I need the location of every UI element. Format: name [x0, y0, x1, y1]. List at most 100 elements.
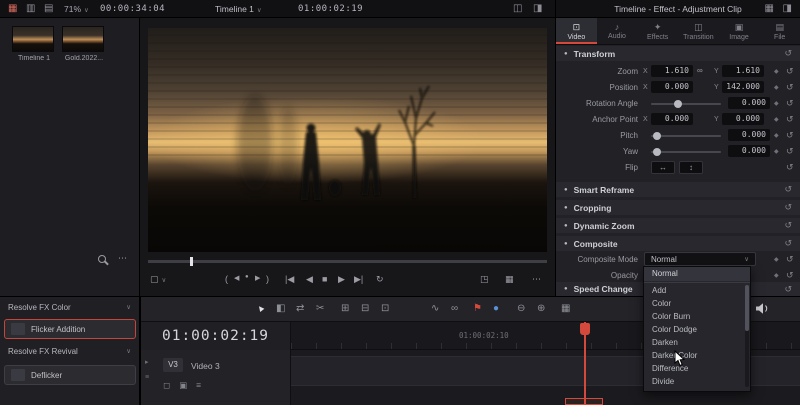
dropdown-option-divide[interactable]: Divide [644, 375, 750, 388]
section-transform[interactable]: ● Transform ↺ [556, 46, 800, 61]
keyframe-icon[interactable]: ◆ [774, 148, 779, 155]
section-composite[interactable]: ● Composite ↺ [556, 236, 800, 251]
keyframe-icon[interactable]: ◆ [774, 84, 779, 91]
inspector-grid-icon[interactable]: ▦ [765, 3, 774, 15]
inspector-panel-icon[interactable]: ◨ [783, 3, 792, 15]
marker-icon[interactable]: ● [493, 303, 499, 314]
media-clip-gold[interactable]: Gold.2022... [62, 26, 106, 62]
dropdown-option-darker-color[interactable]: Darker Color [644, 349, 750, 362]
enable-dot-icon[interactable]: ● [564, 205, 568, 211]
media-clip-timeline-1[interactable]: Timeline 1 [12, 26, 56, 62]
reverse-play-button[interactable]: ◀ [306, 274, 313, 285]
fx-item-flicker-addition[interactable]: Flicker Addition [4, 319, 136, 339]
program-viewer[interactable] [148, 28, 547, 252]
zoom-out-icon[interactable]: ⊖ [517, 303, 525, 314]
reset-icon[interactable]: ↺ [784, 238, 792, 249]
track-number-badge[interactable]: V3 [163, 358, 183, 372]
keyframe-icon[interactable]: ◆ [774, 116, 779, 123]
insert-clip-icon[interactable]: ⊞ [341, 303, 349, 314]
track-auto-select-icon[interactable]: ≡ [196, 380, 201, 391]
stop-button[interactable]: ■ [322, 274, 327, 284]
enable-dot-icon[interactable]: ● [564, 223, 568, 229]
tab-effects[interactable]: ✦ Effects [637, 18, 678, 44]
timeline-selector[interactable]: Timeline 1 ∨ [215, 4, 262, 14]
mixer-icon[interactable]: ◫ [513, 3, 522, 15]
strip-menu-icon[interactable]: ≡ [145, 374, 149, 381]
first-frame-button[interactable]: |◀ [285, 274, 294, 285]
viewer-zoom-select[interactable]: 71% ∨ [64, 4, 89, 14]
dropdown-scrollbar[interactable] [745, 285, 749, 387]
rotation-field[interactable]: 0.000 [728, 97, 770, 109]
link-icon[interactable]: ∞ [697, 66, 703, 75]
reset-icon[interactable]: ↺ [784, 202, 792, 213]
track-enable-icon[interactable]: ◻ [163, 380, 170, 391]
tab-video[interactable]: ⊡ Video [556, 18, 597, 44]
dropdown-option-normal[interactable]: Normal [644, 267, 750, 281]
selection-tool-icon[interactable]: ▲ [254, 301, 267, 314]
reset-icon[interactable]: ↺ [784, 48, 792, 59]
position-x-field[interactable]: 0.000 [651, 81, 693, 93]
section-smart-reframe[interactable]: ● Smart Reframe ↺ [556, 182, 800, 197]
clip-thumbnail[interactable] [12, 26, 54, 52]
composite-mode-select[interactable]: Normal ∨ [644, 252, 756, 266]
enable-dot-icon[interactable]: ● [564, 286, 568, 292]
match-frame-icon[interactable]: ◳ [480, 274, 489, 285]
yaw-slider[interactable] [651, 148, 721, 156]
grid-view-icon[interactable]: ▥ [26, 3, 35, 15]
reset-icon[interactable]: ↺ [786, 66, 794, 77]
tab-file[interactable]: ▤ File [759, 18, 800, 44]
reset-icon[interactable]: ↺ [784, 284, 792, 295]
step-back-icon[interactable]: ◀ [234, 274, 239, 282]
viewer-options-icon[interactable]: ⋯ [532, 274, 541, 285]
dropdown-option-color[interactable]: Color [644, 297, 750, 310]
rotation-slider[interactable] [651, 100, 721, 108]
reset-icon[interactable]: ↺ [786, 98, 794, 109]
anchor-x-field[interactable]: 0.000 [651, 113, 693, 125]
reset-icon[interactable]: ↺ [786, 270, 794, 281]
reset-icon[interactable]: ↺ [786, 254, 794, 265]
enable-dot-icon[interactable]: ● [564, 241, 568, 247]
play-around-dot-icon[interactable]: ● [245, 274, 249, 280]
anchor-y-field[interactable]: 0.000 [722, 113, 764, 125]
strip-expand-icon[interactable]: ▸ [145, 358, 149, 366]
timeline-view-options-icon[interactable]: ▦ [561, 303, 570, 314]
keyframe-icon[interactable]: ◆ [774, 272, 779, 279]
overwrite-clip-icon[interactable]: ⊟ [361, 303, 369, 314]
dropdown-option-darken[interactable]: Darken [644, 336, 750, 349]
dropdown-option-add[interactable]: Add [644, 284, 750, 297]
reset-icon[interactable]: ↺ [784, 184, 792, 195]
audio-monitor-icon[interactable] [756, 303, 769, 316]
position-y-field[interactable]: 142.000 [722, 81, 764, 93]
retime-curve-icon[interactable]: ∿ [431, 303, 439, 314]
tab-transition[interactable]: ◫ Transition [678, 18, 719, 44]
tab-audio[interactable]: ♪ Audio [597, 18, 638, 44]
trim-edit-icon[interactable]: ◧ [276, 303, 285, 314]
enable-dot-icon[interactable]: ● [564, 51, 568, 57]
keyframe-icon[interactable]: ◆ [774, 132, 779, 139]
track-lock-icon[interactable]: ▣ [179, 380, 187, 391]
fx-section-resolve-fx-color[interactable]: Resolve FX Color ∨ [8, 303, 131, 312]
replace-clip-icon[interactable]: ⊡ [381, 303, 389, 314]
fx-item-deflicker[interactable]: Deflicker [4, 365, 136, 385]
pitch-field[interactable]: 0.000 [728, 129, 770, 141]
tab-image[interactable]: ▣ Image [719, 18, 760, 44]
flag-icon[interactable]: ⚑ [473, 303, 482, 314]
keyframe-icon[interactable]: ◆ [774, 68, 779, 75]
enable-dot-icon[interactable]: ● [564, 187, 568, 193]
step-forward-icon[interactable]: ▶ [255, 274, 260, 282]
play-button[interactable]: ▶ [338, 274, 345, 285]
media-pool-icon[interactable]: ▦ [8, 3, 17, 15]
viewer-scrubber[interactable] [148, 257, 547, 266]
dropdown-option-color-burn[interactable]: Color Burn [644, 310, 750, 323]
reset-icon[interactable]: ↺ [786, 162, 794, 173]
scrubber-playhead[interactable] [190, 257, 193, 266]
dropdown-option-difference[interactable]: Difference [644, 362, 750, 375]
zoom-y-field[interactable]: 1.610 [722, 65, 764, 77]
reset-icon[interactable]: ↺ [786, 130, 794, 141]
play-around-close-icon[interactable]: ) [266, 274, 269, 284]
last-frame-button[interactable]: ▶| [354, 274, 363, 285]
section-cropping[interactable]: ● Cropping ↺ [556, 200, 800, 215]
play-around-open-icon[interactable]: ( [225, 274, 228, 284]
dropdown-scrollbar-thumb[interactable] [745, 285, 749, 331]
link-clips-icon[interactable]: ∞ [451, 303, 458, 314]
